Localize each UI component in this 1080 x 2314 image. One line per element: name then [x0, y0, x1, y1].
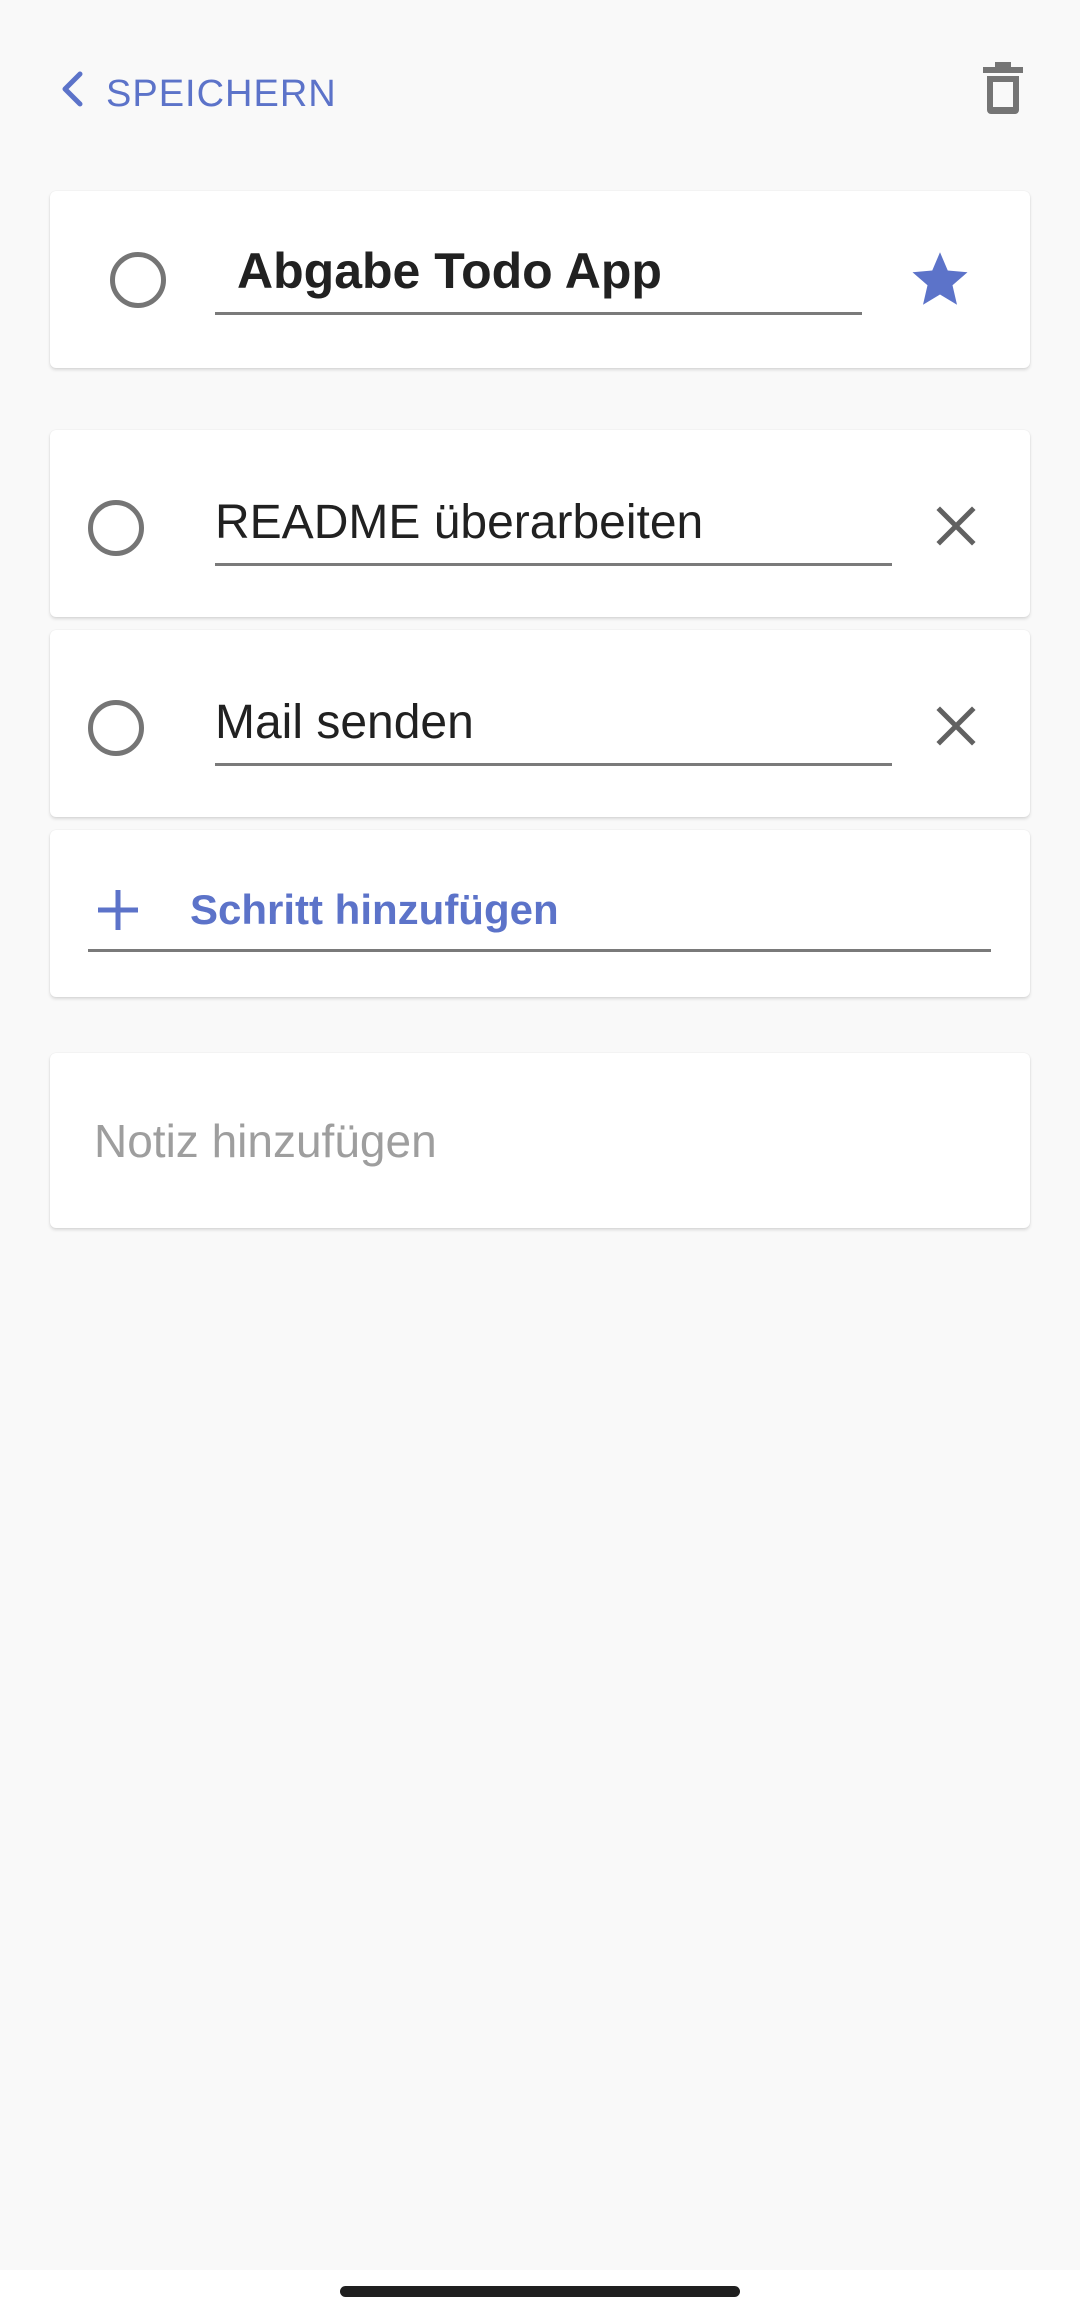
step-input[interactable]: Mail senden	[215, 682, 892, 766]
task-title-text: Abgabe Todo App	[237, 242, 662, 299]
task-complete-radio[interactable]	[110, 252, 166, 308]
add-step-card: Schritt hinzufügen	[50, 830, 1030, 997]
step-item: README überarbeiten	[50, 430, 1030, 617]
remove-step-button[interactable]	[926, 498, 986, 558]
star-button[interactable]	[908, 249, 972, 313]
task-title-input[interactable]: Abgabe Todo App	[215, 229, 862, 315]
step-input[interactable]: README überarbeiten	[215, 482, 892, 566]
step-label: Mail senden	[215, 696, 474, 749]
top-bar: SPEICHERN	[0, 0, 1080, 180]
note-card[interactable]: Notiz hinzufügen	[50, 1053, 1030, 1228]
delete-button[interactable]	[976, 58, 1030, 122]
task-title-card: Abgabe Todo App	[50, 191, 1030, 368]
add-step-button[interactable]: Schritt hinzufügen	[88, 870, 991, 952]
back-save-button[interactable]: SPEICHERN	[60, 62, 337, 126]
add-step-label: Schritt hinzufügen	[190, 885, 559, 933]
plus-icon	[88, 880, 148, 940]
note-input[interactable]: Notiz hinzufügen	[94, 1053, 437, 1228]
remove-step-button[interactable]	[926, 698, 986, 758]
back-save-label: SPEICHERN	[106, 72, 337, 115]
step-item: Mail senden	[50, 630, 1030, 817]
close-icon	[936, 505, 976, 551]
home-indicator[interactable]	[340, 2286, 740, 2297]
step-complete-radio[interactable]	[88, 500, 144, 556]
chevron-left-icon	[60, 71, 106, 117]
step-label: README überarbeiten	[215, 496, 704, 549]
star-icon	[910, 250, 970, 313]
trash-icon	[983, 61, 1023, 119]
close-icon	[936, 705, 976, 751]
step-complete-radio[interactable]	[88, 700, 144, 756]
